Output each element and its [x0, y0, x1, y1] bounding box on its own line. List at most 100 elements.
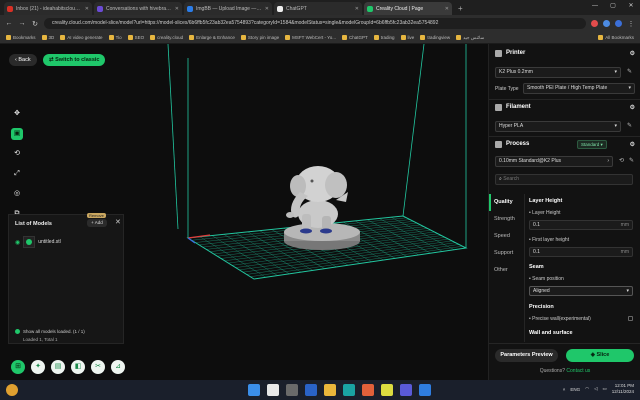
close-tab-icon[interactable]: ✕ [85, 6, 89, 12]
volume-icon[interactable]: ◁ [594, 386, 597, 392]
browser-tab[interactable]: ChatGPT ✕ [274, 2, 362, 15]
battery-icon[interactable]: ▭ [603, 386, 607, 392]
store-icon[interactable] [400, 384, 412, 396]
close-tab-icon[interactable]: ✕ [355, 6, 359, 12]
maximize-icon[interactable]: ▢ [604, 0, 622, 12]
reset-icon[interactable]: ⟲ [619, 157, 624, 164]
cut-icon[interactable]: ✂ [91, 360, 105, 374]
clock[interactable]: 12:01 PM 12/11/2024 [612, 383, 634, 395]
plate-type-select[interactable]: Smooth PEI Plate / High Temp Plate ▾ [523, 83, 635, 94]
parameters-preview-button[interactable]: Parameters Preview [495, 349, 558, 362]
wifi-icon[interactable]: ◠ [585, 386, 589, 392]
bookmark-item[interactable]: live [400, 35, 414, 40]
eye-icon[interactable]: ◉ [15, 239, 20, 246]
edge-icon[interactable] [343, 384, 355, 396]
tab-strength[interactable]: Strength [489, 211, 524, 228]
close-tab-icon[interactable]: ✕ [445, 6, 449, 12]
file-explorer-icon[interactable] [324, 384, 336, 396]
first-layer-height-input[interactable]: 0.1 mm [529, 247, 633, 257]
bookmark-item[interactable]: tradingview [420, 35, 450, 40]
close-tab-icon[interactable]: ✕ [175, 6, 179, 12]
precise-wall-checkbox[interactable] [628, 316, 633, 321]
close-window-icon[interactable]: ✕ [622, 0, 640, 12]
widgets-icon[interactable] [305, 384, 317, 396]
minimize-icon[interactable]: — [586, 0, 604, 12]
chevron-up-icon[interactable]: ˄ [563, 387, 566, 392]
bookmark-item[interactable]: Enlarge & Enhance [189, 35, 235, 40]
browser-tab[interactable]: Inbox (21) - ideahabitscloud@… ✕ [4, 2, 92, 15]
weather-icon[interactable] [6, 384, 18, 396]
tab-speed[interactable]: Speed [489, 228, 524, 245]
extension-icon[interactable] [603, 20, 610, 27]
bookmark-item[interactable]: سائنس جید [456, 35, 484, 41]
filament-icon [495, 103, 502, 111]
windows-start-icon[interactable] [248, 384, 260, 396]
bookmark-item[interactable]: ChatGPT [342, 35, 368, 40]
url-input[interactable]: creality.cloud.com/model-slice/model?url… [44, 18, 586, 29]
browser-tab-active[interactable]: Creality Cloud | Page ✕ [364, 2, 452, 15]
bookmark-item[interactable]: Tio [108, 35, 122, 40]
browser-tab[interactable]: ImgBB — Upload Image — Free…✕ [184, 2, 272, 15]
back-button[interactable]: ‹ Back [9, 54, 37, 66]
bookmark-item[interactable]: Bookmarks [6, 35, 36, 40]
filament-select[interactable]: Hyper PLA ▾ [495, 121, 621, 132]
scale-tool-icon[interactable]: ⤢ [11, 168, 23, 180]
task-view-icon[interactable] [286, 384, 298, 396]
back-arrow-icon[interactable]: ← [5, 20, 13, 27]
add-model-button[interactable]: + Add [87, 219, 107, 227]
mail-icon[interactable] [419, 384, 431, 396]
move-tool-icon[interactable]: ✥ [11, 108, 23, 120]
bookmark-item[interactable]: MSFT WebCert - Yo... [285, 35, 336, 40]
arrange-icon[interactable]: ⊞ [11, 360, 25, 374]
layer-height-input[interactable]: 0.1 mm [529, 220, 633, 230]
bookmark-item[interactable]: creality.cloud [150, 35, 183, 40]
chrome-icon[interactable] [381, 384, 393, 396]
tabs-divider [524, 194, 525, 342]
settings-gear-icon[interactable]: ⚙ [630, 50, 635, 57]
lay-flat-icon[interactable]: ▤ [51, 360, 65, 374]
printer-select[interactable]: K2 Plus 0.2mm ▾ [495, 67, 621, 78]
forward-arrow-icon[interactable]: → [18, 20, 26, 27]
settings-search-input[interactable]: ⌕ Search [495, 174, 633, 185]
process-preset-select[interactable]: 0.10mm Standard@K2 Plus › [495, 156, 613, 167]
seam-position-select[interactable]: Aligned ▾ [529, 286, 633, 296]
auto-orient-icon[interactable]: ✦ [31, 360, 45, 374]
brave-icon[interactable] [362, 384, 374, 396]
tab-support[interactable]: Support [489, 245, 524, 262]
bookmark-item[interactable]: trading [373, 35, 395, 40]
search-icon[interactable] [267, 384, 279, 396]
profile-avatar[interactable] [615, 20, 622, 27]
model-elephant[interactable] [284, 166, 360, 250]
edit-icon[interactable]: ✎ [629, 157, 634, 164]
all-bookmarks[interactable]: All Bookmarks [598, 35, 634, 40]
switch-classic-button[interactable]: ⇄ Switch to classic [43, 54, 106, 66]
edit-icon[interactable]: ✎ [627, 122, 632, 129]
extension-icon[interactable] [591, 20, 598, 27]
contact-link[interactable]: Contact us [566, 368, 590, 374]
process-mode-select[interactable]: Standard ▾ [577, 140, 607, 149]
measure-icon[interactable]: ⊿ [111, 360, 125, 374]
slice-button[interactable]: ◈ Slice [566, 349, 634, 362]
tab-quality[interactable]: Quality [489, 194, 524, 211]
settings-gear-icon[interactable]: ⚙ [630, 141, 635, 148]
place-tool-icon[interactable]: ▣ [11, 128, 23, 140]
menu-icon[interactable]: ⋮ [627, 20, 635, 28]
rotate-tool-icon[interactable]: ⟲ [11, 148, 23, 160]
tab-other[interactable]: Other [489, 262, 524, 279]
settings-gear-icon[interactable]: ⚙ [630, 104, 635, 111]
browser-tab[interactable]: Conversations with hivebrand - C…✕ [94, 2, 182, 15]
language-indicator[interactable]: ENG [570, 387, 580, 392]
reload-icon[interactable]: ↻ [31, 20, 39, 28]
bookmark-item[interactable]: SEO [127, 35, 144, 40]
bookmark-item[interactable]: Story pin image [240, 35, 279, 40]
close-tab-icon[interactable]: ✕ [265, 6, 269, 12]
split-icon[interactable]: ◧ [71, 360, 85, 374]
model-list-item[interactable]: ◉ untitled.stl [15, 235, 119, 249]
3d-viewport[interactable]: ‹ Back ⇄ Switch to classic ✥ ▣ ⟲ ⤢ ◎ ⧉ L… [0, 44, 488, 380]
view-tool-icon[interactable]: ◎ [11, 188, 23, 200]
bookmark-item[interactable]: AI video generate [60, 35, 103, 40]
close-icon[interactable]: ✕ [115, 218, 121, 226]
bookmark-item[interactable]: 3D [41, 35, 54, 40]
edit-icon[interactable]: ✎ [627, 68, 632, 75]
new-tab-button[interactable]: + [454, 2, 467, 15]
